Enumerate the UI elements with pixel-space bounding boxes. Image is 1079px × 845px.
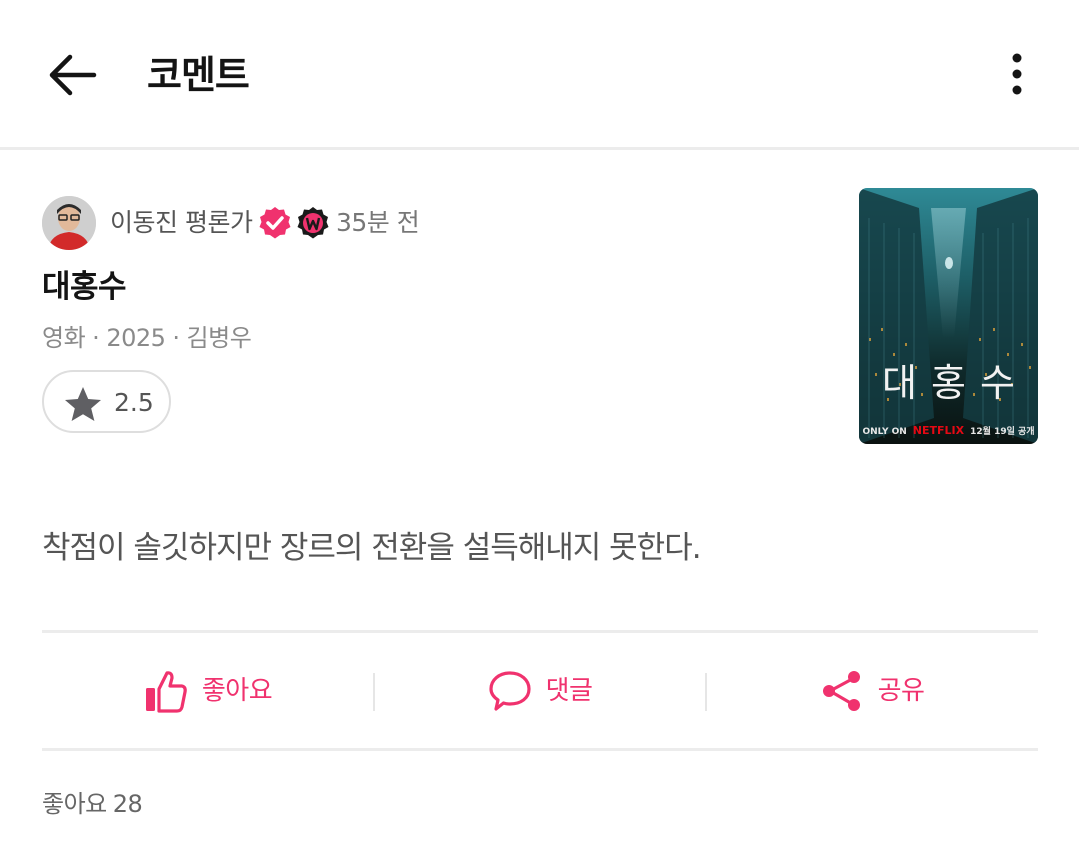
like-button[interactable]: 좋아요 xyxy=(42,633,374,748)
more-vertical-icon xyxy=(1012,53,1022,95)
watcha-w-icon xyxy=(297,207,329,239)
poster-release: 12월 19일 공개 xyxy=(970,427,1035,437)
likes-label: 좋아요 xyxy=(42,790,107,818)
avatar[interactable] xyxy=(42,196,96,250)
comment-label: 댓글 xyxy=(545,675,593,706)
meta-separator: · xyxy=(172,324,180,352)
app-header: 코멘트 xyxy=(0,0,1079,150)
divider xyxy=(42,748,1038,751)
movie-meta: 영화 · 2025 · 김병우 xyxy=(42,320,252,356)
share-button[interactable]: 공유 xyxy=(706,633,1038,748)
comment-text: 착점이 솔깃하지만 장르의 전환을 설득해내지 못한다. xyxy=(42,530,702,566)
action-bar: 좋아요 댓글 공유 xyxy=(42,633,1038,748)
meta-separator: · xyxy=(92,324,100,352)
poster-footer: ONLY ON NETFLIX 12월 19일 공개 xyxy=(859,424,1038,437)
movie-title[interactable]: 대홍수 xyxy=(42,266,127,308)
profile-photo xyxy=(42,196,96,250)
share-icon xyxy=(822,670,860,711)
movie-year: 2025 xyxy=(106,324,166,352)
verified-check-icon xyxy=(259,207,291,239)
star-icon xyxy=(65,387,101,421)
rating-value: 2.5 xyxy=(114,388,154,417)
poster-only-on: ONLY ON xyxy=(862,427,907,437)
speech-bubble-icon xyxy=(488,670,531,711)
arrow-left-icon xyxy=(49,54,97,96)
page-title: 코멘트 xyxy=(147,53,250,97)
post-time: 35분 전 xyxy=(336,208,420,237)
thumbs-up-icon xyxy=(145,670,187,713)
like-label: 좋아요 xyxy=(201,675,273,706)
author-name[interactable]: 이동진 평론가 xyxy=(110,205,253,241)
poster-title: 대홍수 xyxy=(882,361,1029,405)
movie-poster[interactable]: 대홍수 ONLY ON NETFLIX 12월 19일 공개 xyxy=(859,188,1038,444)
movie-type: 영화 xyxy=(42,324,86,352)
likes-number: 28 xyxy=(112,790,143,818)
back-button[interactable] xyxy=(46,52,100,98)
share-label: 공유 xyxy=(877,675,925,706)
more-options-button[interactable] xyxy=(1000,50,1034,100)
comment-button[interactable]: 댓글 xyxy=(374,633,706,748)
rating-badge: 2.5 xyxy=(42,370,171,433)
likes-count[interactable]: 좋아요 28 xyxy=(42,786,143,822)
movie-director: 김병우 xyxy=(186,324,252,352)
netflix-logo: NETFLIX xyxy=(912,424,965,437)
